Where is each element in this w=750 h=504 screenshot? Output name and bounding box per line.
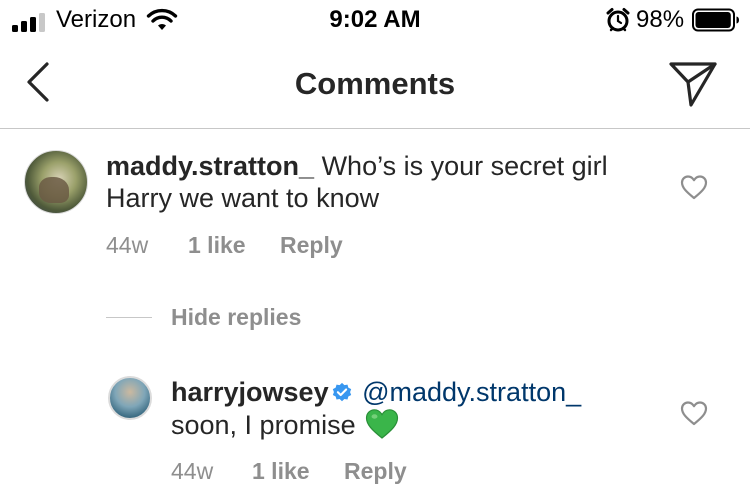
reply-text: harryjowsey @maddy.stratton_ soon, I pro… bbox=[171, 376, 651, 441]
reply-button[interactable]: Reply bbox=[280, 230, 343, 260]
reply-avatar[interactable] bbox=[108, 376, 152, 420]
green-heart-emoji-icon bbox=[366, 409, 399, 439]
reply-body: soon, I promise bbox=[171, 410, 356, 440]
avatar[interactable] bbox=[24, 150, 88, 214]
reply-meta: 44w 1 like Reply bbox=[0, 456, 750, 486]
reply-likes[interactable]: 1 like bbox=[252, 456, 310, 486]
nav-bar: Comments bbox=[0, 40, 750, 129]
page-title: Comments bbox=[294, 66, 456, 101]
reply-username[interactable]: harryjowsey bbox=[171, 377, 329, 407]
comment-username[interactable]: maddy.stratton_ bbox=[106, 151, 314, 181]
comment-meta: 44w 1 like Reply bbox=[0, 230, 750, 260]
comment-age: 44w bbox=[106, 232, 149, 258]
mention-link[interactable]: @maddy.stratton_ bbox=[362, 377, 581, 407]
like-heart-icon[interactable] bbox=[680, 174, 708, 200]
share-button[interactable] bbox=[664, 58, 720, 110]
divider bbox=[106, 317, 152, 318]
comment-text: maddy.stratton_ Who’s is your secret gir… bbox=[106, 150, 646, 214]
reply-like-heart-icon[interactable] bbox=[680, 400, 708, 426]
battery-percent: 98% bbox=[636, 6, 685, 33]
alarm-icon bbox=[606, 8, 630, 32]
battery-icon bbox=[692, 8, 739, 32]
status-bar: Verizon 9:02 AM 98% bbox=[0, 0, 750, 40]
comments-screen: Verizon 9:02 AM 98% Comments maddy.strat… bbox=[0, 0, 750, 504]
hide-replies-label: Hide replies bbox=[171, 304, 302, 330]
reply-reply-button[interactable]: Reply bbox=[344, 456, 407, 486]
verified-badge-icon bbox=[332, 382, 351, 402]
reply-age: 44w bbox=[171, 458, 214, 484]
comment-likes[interactable]: 1 like bbox=[188, 230, 246, 260]
